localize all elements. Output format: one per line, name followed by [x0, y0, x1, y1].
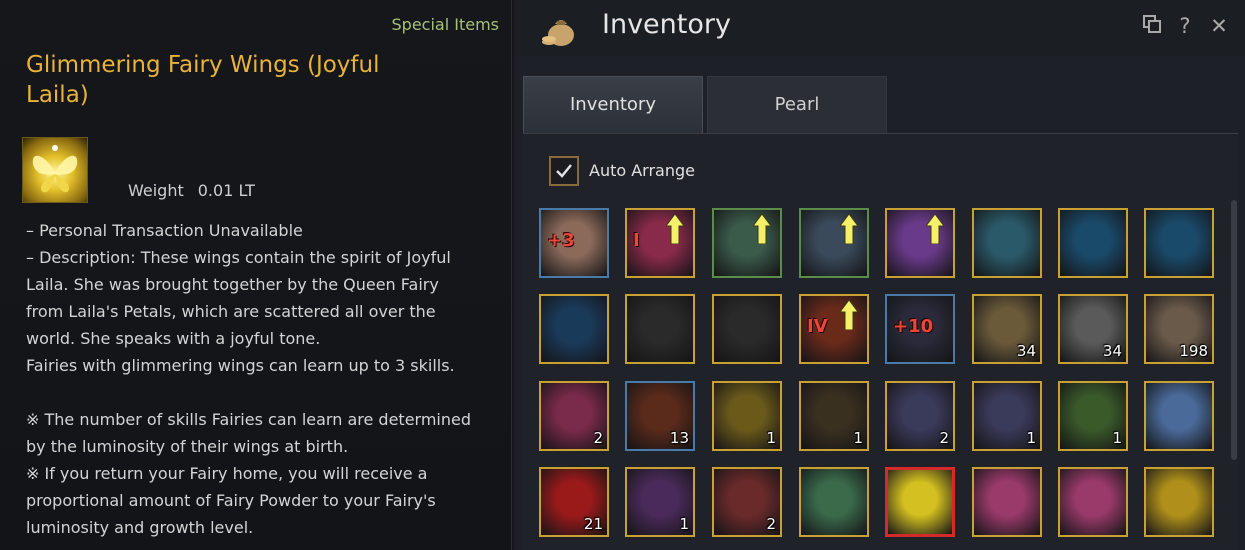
tab-inventory[interactable]: Inventory	[523, 76, 703, 133]
inventory-slot[interactable]: 1	[625, 467, 695, 537]
upgrade-arrow-icon	[666, 214, 684, 244]
stack-count: 34	[1102, 342, 1122, 360]
pickaxe-icon	[974, 210, 1040, 276]
inventory-slot[interactable]: +3	[539, 208, 609, 278]
stack-count: 21	[583, 515, 603, 533]
shovel-blue-icon	[1060, 210, 1126, 276]
item-weight: Weight 0.01 LT	[128, 181, 255, 200]
cleaver-dark-icon	[627, 296, 693, 362]
enhancement-level: +10	[893, 316, 934, 337]
description-line: – Description: These wings contain the s…	[26, 248, 451, 267]
description-line: luminosity and growth level.	[26, 518, 254, 537]
fairy-wings-pink-2-icon	[1060, 469, 1126, 535]
inventory-slot[interactable]: 2	[885, 381, 955, 451]
item-tooltip: Special Items Glimmering Fairy Wings (Jo…	[0, 0, 512, 550]
stack-count: 198	[1179, 342, 1208, 360]
upgrade-arrow-icon	[753, 214, 771, 244]
stack-count: 1	[766, 429, 776, 447]
inventory-slot[interactable]: +10	[885, 294, 955, 364]
inventory-slot[interactable]: IV	[799, 294, 869, 364]
description-line: Fairies with glimmering wings can learn …	[26, 356, 455, 375]
inventory-slot[interactable]	[1058, 467, 1128, 537]
description-line	[26, 379, 496, 406]
inventory-slot[interactable]: 198	[1144, 294, 1214, 364]
item-category: Special Items	[391, 15, 500, 34]
inventory-slot[interactable]	[539, 294, 609, 364]
stack-count: 2	[939, 429, 949, 447]
window-title: Inventory	[602, 9, 731, 40]
inventory-slot[interactable]: I	[625, 208, 695, 278]
stack-count: 1	[853, 429, 863, 447]
stack-count: 13	[669, 429, 689, 447]
inventory-slot[interactable]	[1144, 467, 1214, 537]
inventory-slot[interactable]	[799, 467, 869, 537]
enhancement-level: I	[633, 230, 640, 251]
stack-count: 1	[679, 515, 689, 533]
inventory-slot[interactable]: 13	[625, 381, 695, 451]
stack-count: 2	[766, 515, 776, 533]
inventory-slot[interactable]	[885, 467, 955, 537]
description-line: by the luminosity of their wings at birt…	[26, 437, 349, 456]
stack-count: 2	[593, 429, 603, 447]
inventory-slot[interactable]: 2	[712, 467, 782, 537]
shovel-blue-2-icon	[1146, 210, 1212, 276]
inventory-slot[interactable]	[1144, 381, 1214, 451]
inventory-slot[interactable]	[799, 208, 869, 278]
fairy-wings-pink-icon	[974, 469, 1040, 535]
fairy-wings-gold-icon	[1146, 469, 1212, 535]
close-icon[interactable]: ✕	[1206, 13, 1232, 39]
inventory-slot[interactable]: 1	[799, 381, 869, 451]
tab-pearl[interactable]: Pearl	[707, 76, 887, 133]
checkmark-icon	[556, 164, 572, 178]
money-bag-icon	[539, 8, 579, 48]
fairy-wings-icon	[22, 137, 88, 203]
description-line: world. She speaks with a joyful tone.	[26, 329, 321, 348]
inventory-slot[interactable]	[972, 467, 1042, 537]
description-line: from Laila's Petals, which are scattered…	[26, 302, 436, 321]
window-mode-icon[interactable]	[1139, 13, 1165, 39]
gift-box-blue-icon	[1146, 383, 1212, 449]
auto-arrange-label[interactable]: Auto Arrange	[589, 161, 695, 180]
description-line: ※ The number of skills Fairies can learn…	[26, 410, 471, 429]
inventory-slot[interactable]	[1144, 208, 1214, 278]
upgrade-arrow-icon	[840, 214, 858, 244]
inventory-slot[interactable]	[712, 294, 782, 364]
item-description: – Personal Transaction Unavailable – Desc…	[26, 217, 496, 541]
description-line: – Personal Transaction Unavailable	[26, 221, 303, 240]
description-line: proportional amount of Fairy Powder to y…	[26, 491, 436, 510]
weight-label: Weight	[128, 181, 184, 200]
item-title: Glimmering Fairy Wings (Joyful Laila)	[26, 52, 380, 108]
upgrade-arrow-icon	[840, 300, 858, 330]
auto-arrange-checkbox[interactable]	[549, 156, 579, 186]
upgrade-arrow-icon	[926, 214, 944, 244]
inventory-slot[interactable]	[712, 208, 782, 278]
sickle-icon	[714, 296, 780, 362]
weight-value: 0.01 LT	[197, 181, 255, 200]
help-icon[interactable]: ?	[1172, 13, 1198, 39]
inventory-slot[interactable]	[1058, 208, 1128, 278]
inventory-slot[interactable]: 1	[1058, 381, 1128, 451]
inventory-slot[interactable]	[972, 208, 1042, 278]
description-line: ※ If you return your Fairy home, you wil…	[26, 464, 428, 483]
inventory-slot[interactable]	[625, 294, 695, 364]
inventory-window: Inventory ? ✕ Inventory Pearl Auto Arran…	[514, 0, 1245, 550]
inventory-slot[interactable]: 1	[972, 381, 1042, 451]
scrollbar[interactable]	[1231, 200, 1237, 460]
window-header[interactable]: Inventory ? ✕	[514, 0, 1245, 56]
description-line: Laila. She was brought together by the Q…	[26, 275, 439, 294]
inventory-slot[interactable]: 34	[1058, 294, 1128, 364]
cleaver-blue-icon	[541, 296, 607, 362]
inventory-slot[interactable]	[885, 208, 955, 278]
inventory-slot[interactable]: 21	[539, 467, 609, 537]
enhancement-level: +3	[547, 230, 575, 251]
enhancement-level: IV	[807, 316, 828, 337]
fairy-wings-selected-icon	[888, 470, 952, 534]
stack-count: 1	[1026, 429, 1036, 447]
stack-count: 1	[1112, 429, 1122, 447]
stack-count: 34	[1016, 342, 1036, 360]
inventory-slot[interactable]: 34	[972, 294, 1042, 364]
gift-box-green-icon	[801, 469, 867, 535]
inventory-slot[interactable]: 2	[539, 381, 609, 451]
inventory-slot[interactable]: 1	[712, 381, 782, 451]
